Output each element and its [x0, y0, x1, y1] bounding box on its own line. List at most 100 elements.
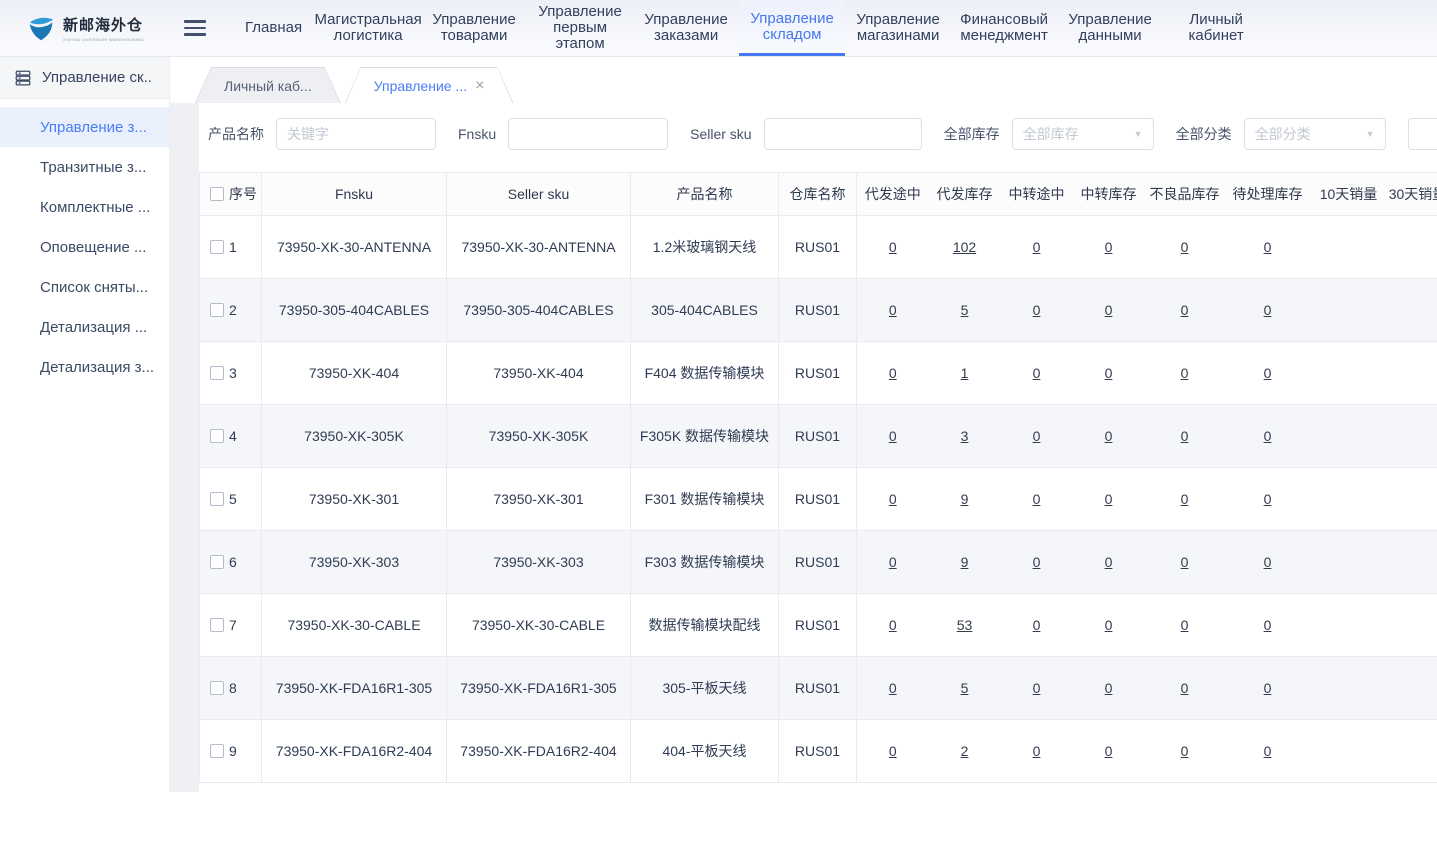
- inventory-count-link[interactable]: 3: [961, 428, 969, 444]
- sidebar-item[interactable]: Детализация з...: [0, 347, 169, 387]
- inventory-cell: [1387, 531, 1437, 594]
- sidebar-item[interactable]: Список сняты...: [0, 267, 169, 307]
- inventory-count-link[interactable]: 5: [961, 680, 969, 696]
- inventory-count-link[interactable]: 0: [1105, 239, 1113, 255]
- inventory-count-link[interactable]: 0: [1264, 491, 1272, 507]
- inventory-count-link[interactable]: 9: [961, 491, 969, 507]
- inventory-count-link[interactable]: 0: [1181, 743, 1189, 759]
- inventory-count-link[interactable]: 0: [1181, 554, 1189, 570]
- inventory-count-link[interactable]: 0: [1033, 239, 1041, 255]
- nav-item[interactable]: Финансовый менеджмент: [951, 0, 1057, 56]
- sidebar-item[interactable]: Оповещение ...: [0, 227, 169, 267]
- logo[interactable]: 新邮海外仓 XINYOU OVERSEAS WAREHOUSING: [0, 0, 170, 56]
- nav-item[interactable]: Управление данными: [1057, 0, 1163, 56]
- inventory-count-link[interactable]: 0: [1264, 554, 1272, 570]
- inventory-count-link[interactable]: 53: [957, 617, 973, 633]
- inventory-count-link[interactable]: 0: [1033, 617, 1041, 633]
- nav-item[interactable]: Управление магазинами: [845, 0, 951, 56]
- inventory-count-link[interactable]: 0: [1181, 365, 1189, 381]
- inventory-count-link[interactable]: 0: [1264, 239, 1272, 255]
- row-checkbox[interactable]: [210, 555, 224, 569]
- index-cell-flex: 1: [201, 239, 260, 255]
- inventory-count-link[interactable]: 0: [1181, 491, 1189, 507]
- stock-select[interactable]: 全部库存 ▼: [1012, 118, 1154, 150]
- inventory-cell: 0: [1145, 342, 1225, 405]
- inventory-count-link[interactable]: 0: [1033, 680, 1041, 696]
- inventory-count-link[interactable]: 0: [1033, 554, 1041, 570]
- inventory-count-link[interactable]: 102: [953, 239, 976, 255]
- row-checkbox[interactable]: [210, 618, 224, 632]
- tab[interactable]: Управление ...×: [345, 67, 514, 103]
- inventory-count-link[interactable]: 0: [889, 617, 897, 633]
- nav-item[interactable]: Личный кабинет: [1163, 0, 1269, 56]
- inventory-count-link[interactable]: 0: [1264, 302, 1272, 318]
- inventory-count-link[interactable]: 0: [889, 302, 897, 318]
- nav-item[interactable]: Управление заказами: [633, 0, 739, 56]
- nav-item[interactable]: Главная: [232, 0, 315, 56]
- inventory-count-link[interactable]: 0: [889, 491, 897, 507]
- row-checkbox[interactable]: [210, 744, 224, 758]
- clipped-edge-input[interactable]: [1408, 118, 1437, 150]
- inventory-count-link[interactable]: 0: [1105, 617, 1113, 633]
- nav-item[interactable]: Управление товарами: [421, 0, 527, 56]
- inventory-count-link[interactable]: 0: [1264, 428, 1272, 444]
- inventory-count-link[interactable]: 0: [889, 428, 897, 444]
- inventory-count-link[interactable]: 0: [1033, 743, 1041, 759]
- inventory-cell: [1311, 594, 1387, 657]
- inventory-count-link[interactable]: 0: [1105, 302, 1113, 318]
- inventory-count-link[interactable]: 0: [1264, 617, 1272, 633]
- inventory-count-link[interactable]: 9: [961, 554, 969, 570]
- nav-item[interactable]: Управление складом: [739, 0, 845, 56]
- row-checkbox[interactable]: [210, 429, 224, 443]
- row-checkbox[interactable]: [210, 492, 224, 506]
- row-checkbox[interactable]: [210, 681, 224, 695]
- inventory-count-link[interactable]: 5: [961, 302, 969, 318]
- inventory-count-link[interactable]: 1: [961, 365, 969, 381]
- inventory-count-link[interactable]: 0: [1264, 680, 1272, 696]
- inventory-count-link[interactable]: 0: [1181, 617, 1189, 633]
- row-index: 6: [229, 554, 237, 570]
- product-name-cell: F303 数据传输模块: [631, 531, 779, 594]
- select-all-checkbox[interactable]: [210, 187, 224, 201]
- sidebar-item[interactable]: Управление з...: [0, 107, 169, 147]
- category-select[interactable]: 全部分类 ▼: [1244, 118, 1386, 150]
- inventory-count-link[interactable]: 0: [889, 365, 897, 381]
- seller-sku-input[interactable]: [764, 118, 922, 150]
- fnsku-input[interactable]: [508, 118, 668, 150]
- close-tab-icon[interactable]: ×: [475, 78, 484, 94]
- inventory-count-link[interactable]: 0: [1181, 680, 1189, 696]
- inventory-count-link[interactable]: 0: [1033, 302, 1041, 318]
- warehouse-cell: RUS01: [779, 657, 857, 720]
- inventory-count-link[interactable]: 0: [1105, 743, 1113, 759]
- sidebar-item[interactable]: Детализация ...: [0, 307, 169, 347]
- inventory-count-link[interactable]: 0: [1105, 554, 1113, 570]
- inventory-count-link[interactable]: 2: [961, 743, 969, 759]
- product-name-input[interactable]: [276, 118, 436, 150]
- nav-item[interactable]: Магистральная логистика: [315, 0, 421, 56]
- inventory-count-link[interactable]: 0: [1181, 239, 1189, 255]
- inventory-count-link[interactable]: 0: [1033, 491, 1041, 507]
- inventory-count-link[interactable]: 0: [889, 743, 897, 759]
- inventory-count-link[interactable]: 0: [1033, 428, 1041, 444]
- inventory-count-link[interactable]: 0: [1264, 743, 1272, 759]
- inventory-count-link[interactable]: 0: [1181, 302, 1189, 318]
- inventory-count-link[interactable]: 0: [1033, 365, 1041, 381]
- row-checkbox[interactable]: [210, 303, 224, 317]
- tab[interactable]: Личный каб...: [195, 67, 341, 103]
- nav-item[interactable]: Управление первым этапом: [527, 0, 633, 56]
- sidebar-item[interactable]: Транзитные з...: [0, 147, 169, 187]
- inventory-count-link[interactable]: 0: [889, 239, 897, 255]
- inventory-count-link[interactable]: 0: [889, 554, 897, 570]
- inventory-count-link[interactable]: 0: [1181, 428, 1189, 444]
- inventory-count-link[interactable]: 0: [1105, 428, 1113, 444]
- inventory-count-link[interactable]: 0: [889, 680, 897, 696]
- inventory-count-link[interactable]: 0: [1264, 365, 1272, 381]
- sidebar-header[interactable]: Управление ск..: [0, 57, 169, 99]
- inventory-count-link[interactable]: 0: [1105, 491, 1113, 507]
- sidebar-item[interactable]: Комплектные ...: [0, 187, 169, 227]
- inventory-count-link[interactable]: 0: [1105, 365, 1113, 381]
- row-checkbox[interactable]: [210, 240, 224, 254]
- row-checkbox[interactable]: [210, 366, 224, 380]
- inventory-count-link[interactable]: 0: [1105, 680, 1113, 696]
- menu-toggle-icon[interactable]: [184, 20, 206, 36]
